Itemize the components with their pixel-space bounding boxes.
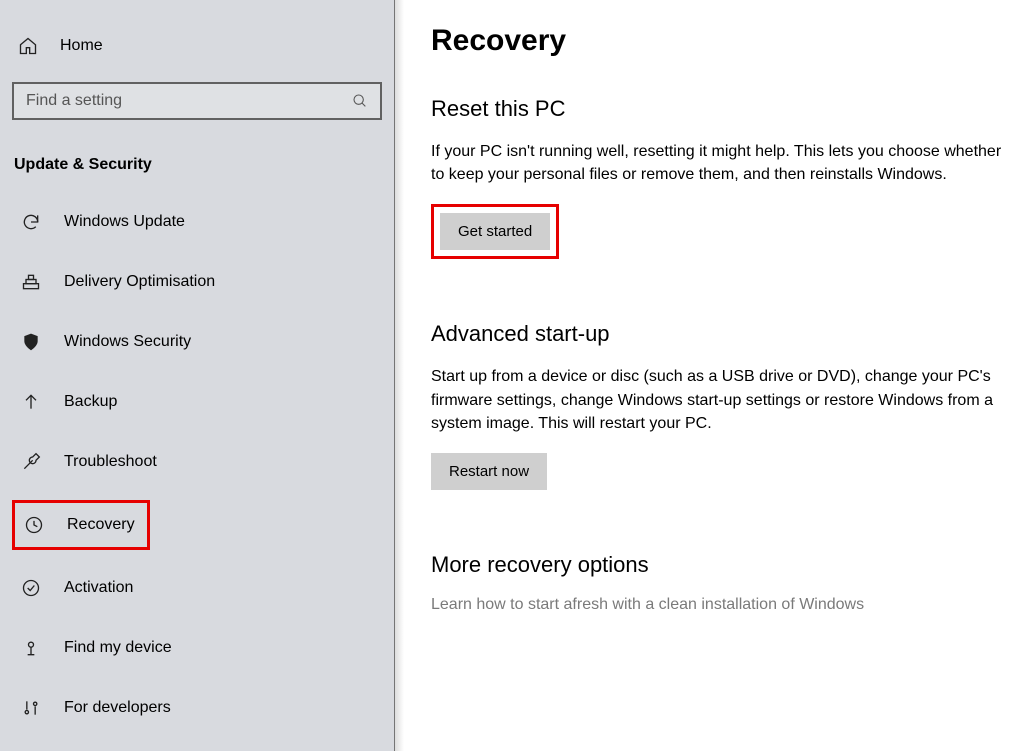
developers-icon bbox=[20, 698, 42, 718]
find-device-icon bbox=[20, 638, 42, 658]
advanced-description: Start up from a device or disc (such as … bbox=[431, 365, 1004, 435]
sidebar-item-recovery[interactable]: Recovery bbox=[15, 509, 147, 541]
sidebar-item-delivery-optimisation[interactable]: Delivery Optimisation bbox=[12, 260, 382, 304]
sidebar-item-label: Backup bbox=[64, 393, 117, 411]
section-title: Update & Security bbox=[12, 148, 382, 192]
sidebar-item-activation[interactable]: Activation bbox=[12, 566, 382, 610]
history-icon bbox=[23, 515, 45, 535]
check-circle-icon bbox=[20, 578, 42, 598]
home-button[interactable]: Home bbox=[12, 28, 382, 64]
more-recovery-section: More recovery options Learn how to start… bbox=[431, 552, 1004, 614]
more-heading: More recovery options bbox=[431, 552, 1004, 578]
shield-icon bbox=[20, 332, 42, 352]
sidebar-item-find-my-device[interactable]: Find my device bbox=[12, 626, 382, 670]
reset-heading: Reset this PC bbox=[431, 96, 1004, 122]
search-field[interactable] bbox=[26, 92, 352, 110]
sidebar-item-label: Windows Update bbox=[64, 213, 185, 231]
sync-icon bbox=[20, 212, 42, 232]
fresh-install-link[interactable]: Learn how to start afresh with a clean i… bbox=[431, 596, 1004, 614]
advanced-startup-section: Advanced start-up Start up from a device… bbox=[431, 321, 1004, 490]
sidebar: Home Update & Security Windows Update De… bbox=[0, 0, 395, 751]
advanced-heading: Advanced start-up bbox=[431, 321, 1004, 347]
main-content: Recovery Reset this PC If your PC isn't … bbox=[395, 0, 1032, 751]
sidebar-item-windows-security[interactable]: Windows Security bbox=[12, 320, 382, 364]
restart-now-button[interactable]: Restart now bbox=[431, 453, 547, 490]
search-icon bbox=[352, 93, 368, 109]
sidebar-item-label: Troubleshoot bbox=[64, 453, 157, 471]
sidebar-item-backup[interactable]: Backup bbox=[12, 380, 382, 424]
sidebar-item-label: Find my device bbox=[64, 639, 172, 657]
sidebar-item-windows-update[interactable]: Windows Update bbox=[12, 200, 382, 244]
sidebar-item-for-developers[interactable]: For developers bbox=[12, 686, 382, 730]
home-icon bbox=[18, 36, 38, 56]
sidebar-item-troubleshoot[interactable]: Troubleshoot bbox=[12, 440, 382, 484]
sidebar-item-label: For developers bbox=[64, 699, 171, 717]
delivery-icon bbox=[20, 272, 42, 292]
arrow-up-icon bbox=[20, 392, 42, 412]
sidebar-item-label: Recovery bbox=[67, 516, 135, 534]
page-title: Recovery bbox=[431, 24, 1004, 58]
sidebar-item-label: Windows Security bbox=[64, 333, 191, 351]
sidebar-item-label: Activation bbox=[64, 579, 133, 597]
highlight-frame: Get started bbox=[431, 204, 559, 259]
home-label: Home bbox=[60, 37, 103, 55]
reset-description: If your PC isn't running well, resetting… bbox=[431, 140, 1004, 186]
wrench-icon bbox=[20, 452, 42, 472]
search-input[interactable] bbox=[12, 82, 382, 120]
get-started-button[interactable]: Get started bbox=[440, 213, 550, 250]
sidebar-item-label: Delivery Optimisation bbox=[64, 273, 215, 291]
reset-pc-section: Reset this PC If your PC isn't running w… bbox=[431, 96, 1004, 259]
